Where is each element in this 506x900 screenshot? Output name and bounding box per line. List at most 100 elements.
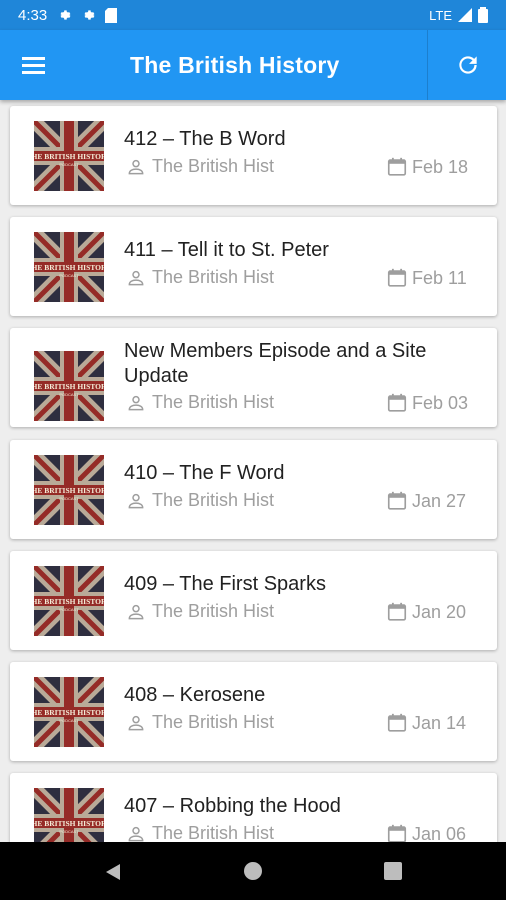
union-jack-thumbnail-icon: THE BRITISH HISTORYPODCAST [34,121,104,191]
network-label: LTE [429,7,452,23]
episode-list[interactable]: THE BRITISH HISTORYPODCAST412 – The B Wo… [0,100,506,842]
episode-date-label: Feb 11 [412,267,467,288]
episode-date-label: Jan 06 [412,823,467,843]
signal-icon [458,8,472,22]
union-jack-thumbnail-icon: THE BRITISH HISTORYPODCAST [34,566,104,636]
thumbnail-text-line2: PODCAST [59,718,79,723]
podcast-thumbnail: THE BRITISH HISTORYPODCAST [34,232,104,302]
refresh-icon[interactable] [455,52,481,78]
hamburger-menu-icon[interactable] [20,52,48,78]
person-icon [128,395,144,410]
thumbnail-text-line1: THE BRITISH HISTORY [34,708,104,717]
episode-card[interactable]: THE BRITISH HISTORYPODCAST 411 – Tell it … [10,217,497,316]
episode-author: The British Hist [126,601,274,622]
episode-author-label: The British Hist [152,392,275,412]
person-icon [128,493,144,508]
calendar-icon [387,393,407,412]
podcast-thumbnail: THE BRITISH HISTORYPODCAST [34,455,104,525]
union-jack-thumbnail-icon: THE BRITISH HISTORYPODCAST [34,232,104,302]
system-nav-bar [0,842,506,900]
calendar-icon [387,824,407,842]
person-icon [128,826,144,841]
episode-title: 409 – The First Sparks [124,573,326,595]
episode-author: The British Hist [126,712,274,733]
episode-title: 411 – Tell it to St. Peter [124,239,329,261]
episode-title: 410 – The F Word [124,462,285,484]
calendar-icon [387,491,407,510]
episode-author-label: The British Hist [152,490,275,510]
episode-date: Jan 14 [386,712,466,734]
episode-author-label: The British Hist [152,156,275,176]
thumbnail-text-line1: THE BRITISH HISTORY [34,152,104,161]
thumbnail-text-line1: THE BRITISH HISTORY [34,597,104,606]
episode-author-label: The British Hist [152,267,275,287]
podcast-thumbnail: THE BRITISH HISTORYPODCAST [34,788,104,842]
thumbnail-text-line1: THE BRITISH HISTORY [34,819,104,828]
episode-title: 407 – Robbing the Hood [124,795,341,817]
thumbnail-text-line2: PODCAST [59,496,79,501]
union-jack-thumbnail-icon: THE BRITISH HISTORYPODCAST [34,455,104,525]
recents-square-icon[interactable] [384,862,402,880]
union-jack-thumbnail-icon: THE BRITISH HISTORYPODCAST [34,351,104,421]
episode-card[interactable]: THE BRITISH HISTORYPODCAST New Members Ep… [10,328,497,427]
app-bar: The British History [0,30,506,100]
episode-card[interactable]: THE BRITISH HISTORYPODCAST 412 – The B Wo… [10,106,497,205]
episode-date: Feb 11 [386,267,467,289]
episode-author-label: The British Hist [152,712,275,732]
episode-date-label: Jan 20 [412,601,467,622]
episode-title: 408 – Kerosene [124,684,266,706]
episode-title: 412 – The B Word [124,128,286,150]
episode-date-label: Feb 18 [412,156,469,177]
episode-author: The British Hist [126,156,274,177]
episode-date-label: Jan 27 [412,490,467,511]
person-icon [128,270,144,285]
episode-card[interactable]: THE BRITISH HISTORYPODCAST 407 – Robbing … [10,773,497,842]
thumbnail-text-line2: PODCAST [59,162,79,167]
thumbnail-text-line2: PODCAST [59,829,79,834]
episode-author-label: The British Hist [152,823,275,842]
app-bar-divider [427,30,428,100]
episode-date: Jan 06 [386,823,466,842]
app-title: The British History [130,52,340,78]
calendar-icon [387,268,407,287]
person-icon [128,715,144,730]
status-time: 4:33 [18,6,48,24]
thumbnail-text-line1: THE BRITISH HISTORY [34,486,104,495]
person-icon [128,604,144,619]
podcast-thumbnail: THE BRITISH HISTORYPODCAST [34,566,104,636]
person-icon [128,159,144,174]
episode-date: Feb 03 [386,392,468,414]
episode-card[interactable]: THE BRITISH HISTORYPODCAST 410 – The F Wo… [10,440,497,539]
episode-author: The British Hist [126,823,274,842]
episode-date-label: Feb 03 [412,392,469,413]
episode-card[interactable]: THE BRITISH HISTORYPODCAST 408 – Kerosene… [10,662,497,761]
home-circle-icon[interactable] [244,862,262,880]
episode-date-label: Jan 14 [412,712,467,733]
calendar-icon [387,602,407,621]
thumbnail-text-line1: THE BRITISH HISTORY [34,263,104,272]
calendar-icon [387,157,407,176]
episode-title: New Members Episode and a Site Update [124,340,427,387]
episode-date: Jan 27 [386,490,466,512]
back-triangle-icon[interactable] [103,862,123,882]
settings-gear-icon [60,10,71,20]
thumbnail-text-line1: THE BRITISH HISTORY [34,382,104,391]
status-bar: 4:33 LTE [0,0,506,30]
thumbnail-text-line2: PODCAST [59,273,79,278]
podcast-thumbnail: THE BRITISH HISTORYPODCAST [34,351,104,421]
calendar-icon [387,713,407,732]
sd-card-icon [105,7,118,23]
episode-card[interactable]: THE BRITISH HISTORYPODCAST 409 – The Firs… [10,551,497,650]
union-jack-thumbnail-icon: THE BRITISH HISTORYPODCAST [34,677,104,747]
episode-author-label: The British Hist [152,601,275,621]
podcast-thumbnail: THE BRITISH HISTORYPODCAST [34,677,104,747]
thumbnail-text-line2: PODCAST [59,607,79,612]
episode-author: The British Hist [126,490,274,511]
episode-author: The British Hist [126,267,274,288]
episode-date: Feb 18 [386,156,468,178]
settings-gear-icon-2 [84,10,95,20]
union-jack-thumbnail-icon: THE BRITISH HISTORYPODCAST [34,788,104,842]
thumbnail-text-line2: PODCAST [59,392,79,397]
episode-author: The British Hist [126,392,274,413]
podcast-thumbnail: THE BRITISH HISTORYPODCAST [34,121,104,191]
